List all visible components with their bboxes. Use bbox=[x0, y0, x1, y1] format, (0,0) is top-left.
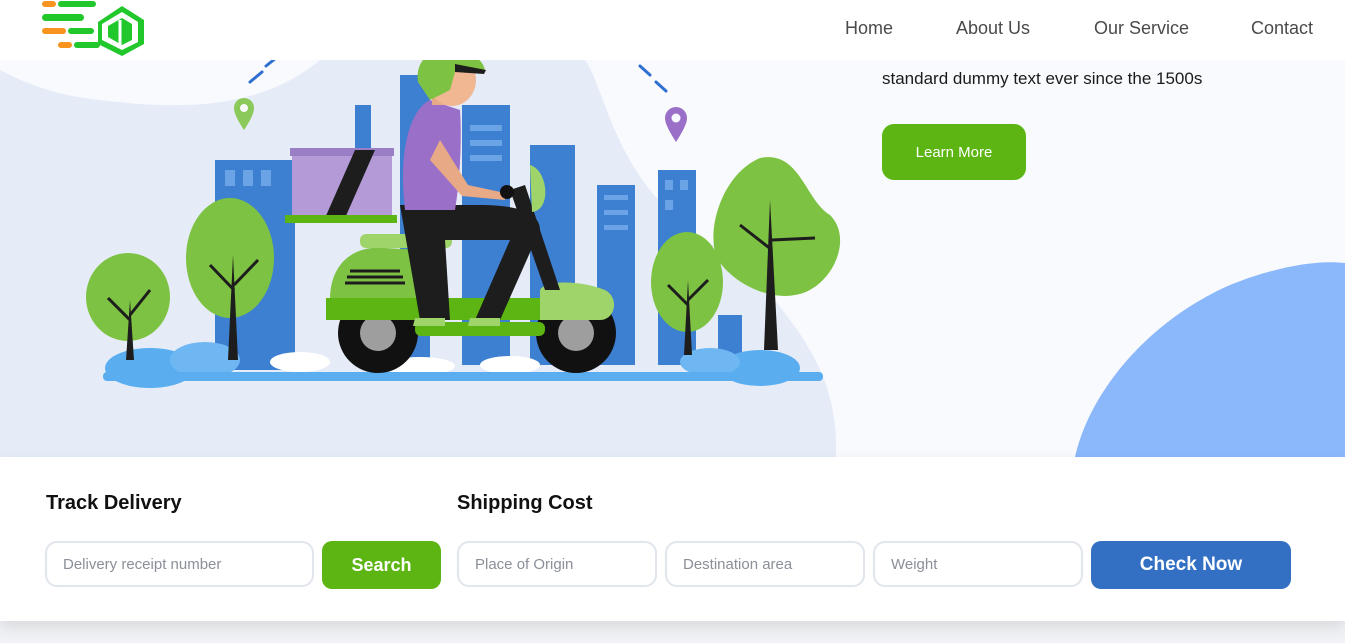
track-delivery-title: Track Delivery bbox=[46, 492, 182, 514]
check-now-button[interactable]: Check Now bbox=[1091, 541, 1291, 589]
destination-input[interactable] bbox=[665, 541, 865, 587]
delivery-receipt-input[interactable] bbox=[45, 541, 314, 587]
tracking-panel: Track Delivery Search Shipping Cost Chec… bbox=[0, 457, 1345, 621]
nav-about-link[interactable]: About Us bbox=[956, 18, 1030, 39]
origin-input[interactable] bbox=[457, 541, 657, 587]
decorative-blue-blob bbox=[1075, 262, 1345, 457]
nav-contact-link[interactable]: Contact bbox=[1251, 18, 1313, 39]
shipping-cost-title: Shipping Cost bbox=[457, 492, 593, 514]
hero-section: standard dummy text ever since the 1500s… bbox=[0, 0, 1345, 457]
delivery-box bbox=[285, 148, 397, 223]
search-button[interactable]: Search bbox=[322, 541, 441, 589]
weight-input[interactable] bbox=[873, 541, 1083, 587]
hero-description: standard dummy text ever since the 1500s bbox=[882, 69, 1203, 88]
delivery-logo-icon[interactable] bbox=[40, 0, 146, 58]
nav-home-link[interactable]: Home bbox=[845, 18, 893, 39]
nav-service-link[interactable]: Our Service bbox=[1094, 18, 1189, 39]
scooter-delivery-illustration bbox=[86, 50, 841, 388]
navbar: Home About Us Our Service Contact bbox=[0, 0, 1345, 60]
learn-more-button[interactable]: Learn More bbox=[882, 124, 1026, 180]
